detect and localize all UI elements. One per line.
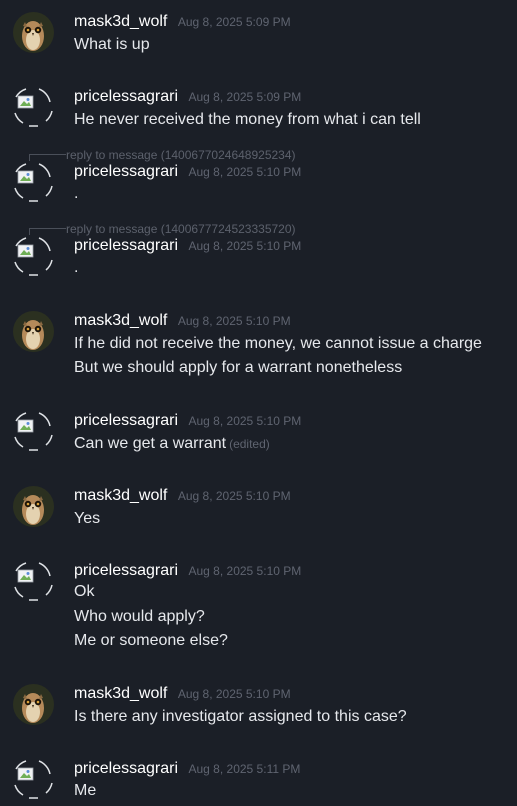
username[interactable]: pricelessagrari	[74, 88, 178, 105]
broken-image-icon[interactable]	[13, 236, 54, 277]
broken-image-icon[interactable]	[13, 162, 54, 203]
timestamp: Aug 8, 2025 5:10 PM	[188, 414, 302, 428]
message-text: He never received the money from what i …	[74, 111, 421, 128]
message-text: Can we get a warrant (edited)	[74, 434, 270, 454]
username[interactable]: mask3d_wolf	[74, 685, 167, 702]
broken-image-icon[interactable]	[13, 411, 54, 452]
timestamp: Aug 8, 2025 5:11 PM	[188, 762, 301, 776]
edited-label: (edited)	[229, 437, 270, 451]
timestamp: Aug 8, 2025 5:09 PM	[188, 90, 302, 104]
owl-avatar[interactable]	[13, 684, 54, 725]
username[interactable]: mask3d_wolf	[74, 312, 167, 329]
username[interactable]: pricelessagrari	[74, 760, 178, 777]
username[interactable]: mask3d_wolf	[74, 13, 167, 30]
timestamp: Aug 8, 2025 5:10 PM	[188, 165, 302, 179]
message-text: What is up	[74, 36, 150, 53]
message-text: .	[74, 259, 79, 276]
timestamp: Aug 8, 2025 5:09 PM	[177, 15, 291, 29]
message-text: Yes	[74, 510, 101, 527]
message-text: If he did not receive the money, we cann…	[74, 335, 482, 352]
timestamp: Aug 8, 2025 5:10 PM	[188, 239, 302, 253]
username[interactable]: pricelessagrari	[74, 412, 178, 429]
reply-connector	[29, 228, 66, 235]
message-text-content: Can we get a warrant	[74, 435, 227, 452]
reply-connector	[29, 154, 66, 161]
username[interactable]: pricelessagrari	[74, 163, 178, 180]
message-text: Who would apply?	[74, 608, 205, 625]
owl-avatar[interactable]	[13, 12, 54, 53]
message-text: .	[74, 185, 79, 202]
message-text: Ok	[74, 583, 95, 600]
username[interactable]: mask3d_wolf	[74, 487, 167, 504]
broken-image-icon[interactable]	[13, 561, 54, 602]
message-text: But we should apply for a warrant noneth…	[74, 359, 403, 376]
broken-image-icon[interactable]	[13, 759, 54, 800]
timestamp: Aug 8, 2025 5:10 PM	[177, 489, 291, 503]
timestamp: Aug 8, 2025 5:10 PM	[177, 687, 291, 701]
username[interactable]: pricelessagrari	[74, 562, 178, 579]
message-text: Me	[74, 782, 97, 799]
message-text: Is there any investigator assigned to th…	[74, 708, 407, 725]
message-text: Me or someone else?	[74, 632, 228, 649]
username[interactable]: pricelessagrari	[74, 237, 178, 254]
timestamp: Aug 8, 2025 5:10 PM	[188, 564, 302, 578]
owl-avatar[interactable]	[13, 486, 54, 527]
broken-image-icon[interactable]	[13, 87, 54, 128]
timestamp: Aug 8, 2025 5:10 PM	[177, 314, 291, 328]
reply-reference[interactable]: reply to message (1400677724523335720)	[66, 222, 296, 236]
reply-reference[interactable]: reply to message (1400677024648925234)	[66, 148, 296, 162]
owl-avatar[interactable]	[13, 311, 54, 352]
